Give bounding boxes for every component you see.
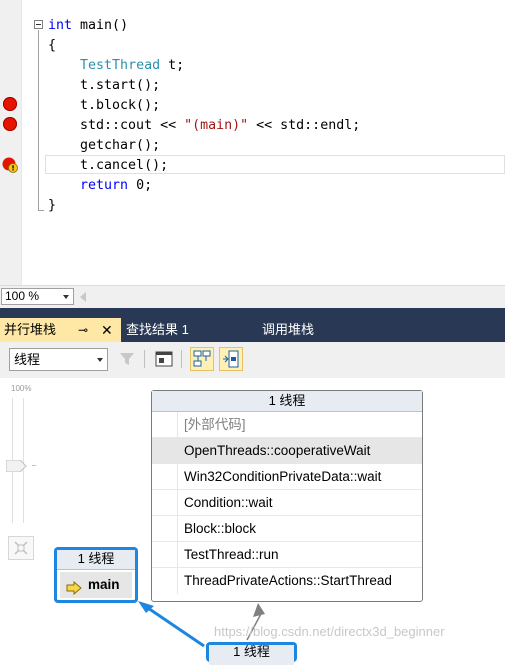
frame-label: [外部代码] bbox=[184, 417, 246, 432]
frame-gutter bbox=[152, 568, 178, 594]
frame-list: [外部代码]OpenThreads::cooperativeWaitWin32C… bbox=[152, 412, 422, 594]
thread-node-main[interactable]: 1 线程 main bbox=[54, 547, 138, 603]
frame-label: Condition::wait bbox=[184, 495, 273, 510]
frame-gutter bbox=[152, 542, 178, 568]
stack-frame[interactable]: Block::block bbox=[152, 516, 422, 542]
stack-frame[interactable]: [外部代码] bbox=[152, 412, 422, 438]
stack-frame[interactable]: TestThread::run bbox=[152, 542, 422, 568]
frame-label: Block::block bbox=[184, 521, 257, 536]
stack-frame[interactable]: OpenThreads::cooperativeWait bbox=[152, 438, 422, 464]
frame-main[interactable]: main bbox=[60, 572, 132, 598]
frame-label: Win32ConditionPrivateData::wait bbox=[184, 469, 382, 484]
frame-gutter bbox=[152, 490, 178, 516]
frame-label: OpenThreads::cooperativeWait bbox=[184, 443, 371, 458]
frame-gutter bbox=[152, 438, 178, 464]
thread-node[interactable]: 1 线程 [外部代码]OpenThreads::cooperativeWaitW… bbox=[151, 390, 423, 602]
node-header: 1 线程 bbox=[152, 391, 422, 412]
frame-label: main bbox=[88, 577, 120, 592]
frame-gutter bbox=[152, 516, 178, 542]
node-header: 1 线程 bbox=[57, 550, 135, 570]
arrow-head-icon bbox=[253, 603, 265, 617]
node-header: 1 线程 bbox=[209, 645, 294, 665]
main-connector bbox=[144, 604, 205, 648]
watermark: https://blog.csdn.net/directx3d_beginner bbox=[214, 624, 445, 639]
frame-label: ThreadPrivateActions::StartThread bbox=[184, 573, 392, 588]
frame-gutter bbox=[152, 464, 178, 490]
frame-label: TestThread::run bbox=[184, 547, 279, 562]
stack-frame[interactable]: Condition::wait bbox=[152, 490, 422, 516]
stack-frame[interactable]: ThreadPrivateActions::StartThread bbox=[152, 568, 422, 594]
current-frame-arrow-icon bbox=[66, 578, 82, 604]
frame-gutter bbox=[152, 412, 178, 438]
thread-node[interactable]: 1 线程 bbox=[206, 642, 297, 665]
stack-frame[interactable]: Win32ConditionPrivateData::wait bbox=[152, 464, 422, 490]
